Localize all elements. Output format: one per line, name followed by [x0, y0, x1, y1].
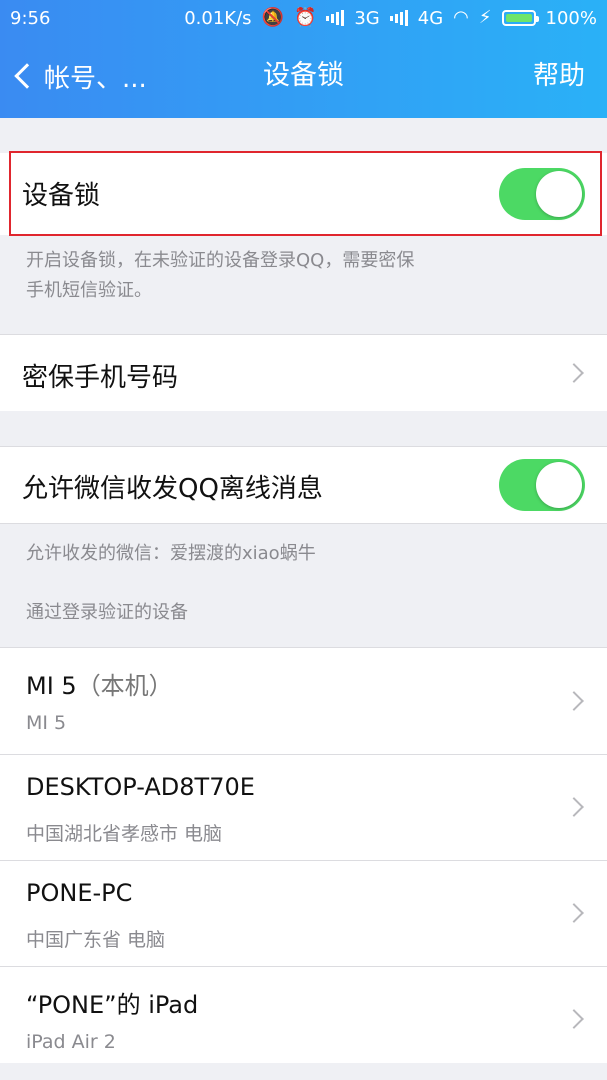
device-lock-description: 开启设备锁，在未验证的设备登录QQ，需要密保 手机短信验证。 — [26, 246, 414, 306]
help-button[interactable]: 帮助 — [533, 56, 585, 96]
battery-percent: 100% — [545, 7, 597, 29]
device-lock-toggle[interactable] — [499, 168, 585, 220]
device-item-pone-pc[interactable]: PONE-PC 中国广东省 电脑 — [0, 861, 607, 966]
wechat-allowed-text: 允许收发的微信：爱摆渡的xiao蜗牛 — [26, 543, 316, 564]
chevron-right-icon — [564, 903, 584, 923]
alarm-icon: ⏰ — [293, 7, 317, 28]
toggle-knob — [536, 171, 582, 217]
device-detail: 中国湖北省孝感市 电脑 — [26, 823, 223, 845]
device-lock-row: 设备锁 — [0, 153, 607, 235]
back-label: 帐号、... — [44, 63, 147, 94]
status-bar: 9:56 0.01K/s 🔕 ⏰ 3G 4G ◠ ⚡ 100% — [0, 0, 607, 36]
header: 9:56 0.01K/s 🔕 ⏰ 3G 4G ◠ ⚡ 100% 帐号、... 设… — [0, 0, 607, 118]
battery-icon — [501, 10, 539, 26]
description-line-1: 开启设备锁，在未验证的设备登录QQ，需要密保 — [26, 250, 415, 271]
status-time: 9:56 — [10, 7, 51, 29]
wechat-row: 允许微信收发QQ离线消息 — [0, 447, 607, 523]
network-4g-label: 4G — [417, 7, 444, 29]
signal-icon-2 — [389, 10, 408, 26]
navigation-bar: 帐号、... 设备锁 帮助 — [0, 36, 607, 118]
wifi-icon: ◠ — [453, 7, 469, 28]
signal-icon — [326, 10, 345, 26]
network-speed: 0.01K/s — [184, 7, 252, 29]
status-icons: 0.01K/s 🔕 ⏰ 3G 4G ◠ ⚡ 100% — [184, 8, 597, 29]
device-detail: MI 5 — [26, 712, 67, 734]
device-name: DESKTOP-AD8T70E — [26, 773, 255, 801]
secure-phone-row[interactable]: 密保手机号码 — [0, 335, 607, 411]
device-detail: iPad Air 2 — [26, 1031, 116, 1053]
wechat-label: 允许微信收发QQ离线消息 — [22, 474, 323, 504]
network-3g-label: 3G — [354, 7, 380, 29]
verified-devices-section-title: 通过登录验证的设备 — [26, 602, 188, 623]
device-item-ipad[interactable]: “PONE”的 iPad iPad Air 2 — [0, 967, 607, 1063]
device-name: “PONE”的 iPad — [26, 991, 199, 1019]
device-lock-label: 设备锁 — [22, 181, 101, 211]
chevron-right-icon — [564, 691, 584, 711]
chevron-left-icon — [14, 63, 40, 89]
chevron-right-icon — [564, 363, 584, 383]
device-detail: 中国广东省 电脑 — [26, 929, 166, 951]
device-item-desktop[interactable]: DESKTOP-AD8T70E 中国湖北省孝感市 电脑 — [0, 755, 607, 860]
chevron-right-icon — [564, 1009, 584, 1029]
device-name-text: MI 5 — [26, 672, 77, 700]
back-button[interactable]: 帐号、... — [12, 56, 147, 96]
divider — [0, 523, 607, 524]
device-item-mi5[interactable]: MI 5（本机） MI 5 — [0, 648, 607, 754]
toggle-knob — [536, 462, 582, 508]
chevron-right-icon — [564, 797, 584, 817]
secure-phone-label: 密保手机号码 — [22, 363, 179, 393]
wechat-toggle[interactable] — [499, 459, 585, 511]
device-name: PONE-PC — [26, 879, 133, 907]
current-device-suffix: （本机） — [76, 672, 173, 700]
description-line-2: 手机短信验证。 — [26, 280, 152, 301]
device-name: MI 5（本机） — [26, 666, 173, 701]
power-saving-icon: ⚡ — [478, 7, 492, 28]
mute-icon: 🔕 — [261, 7, 284, 28]
